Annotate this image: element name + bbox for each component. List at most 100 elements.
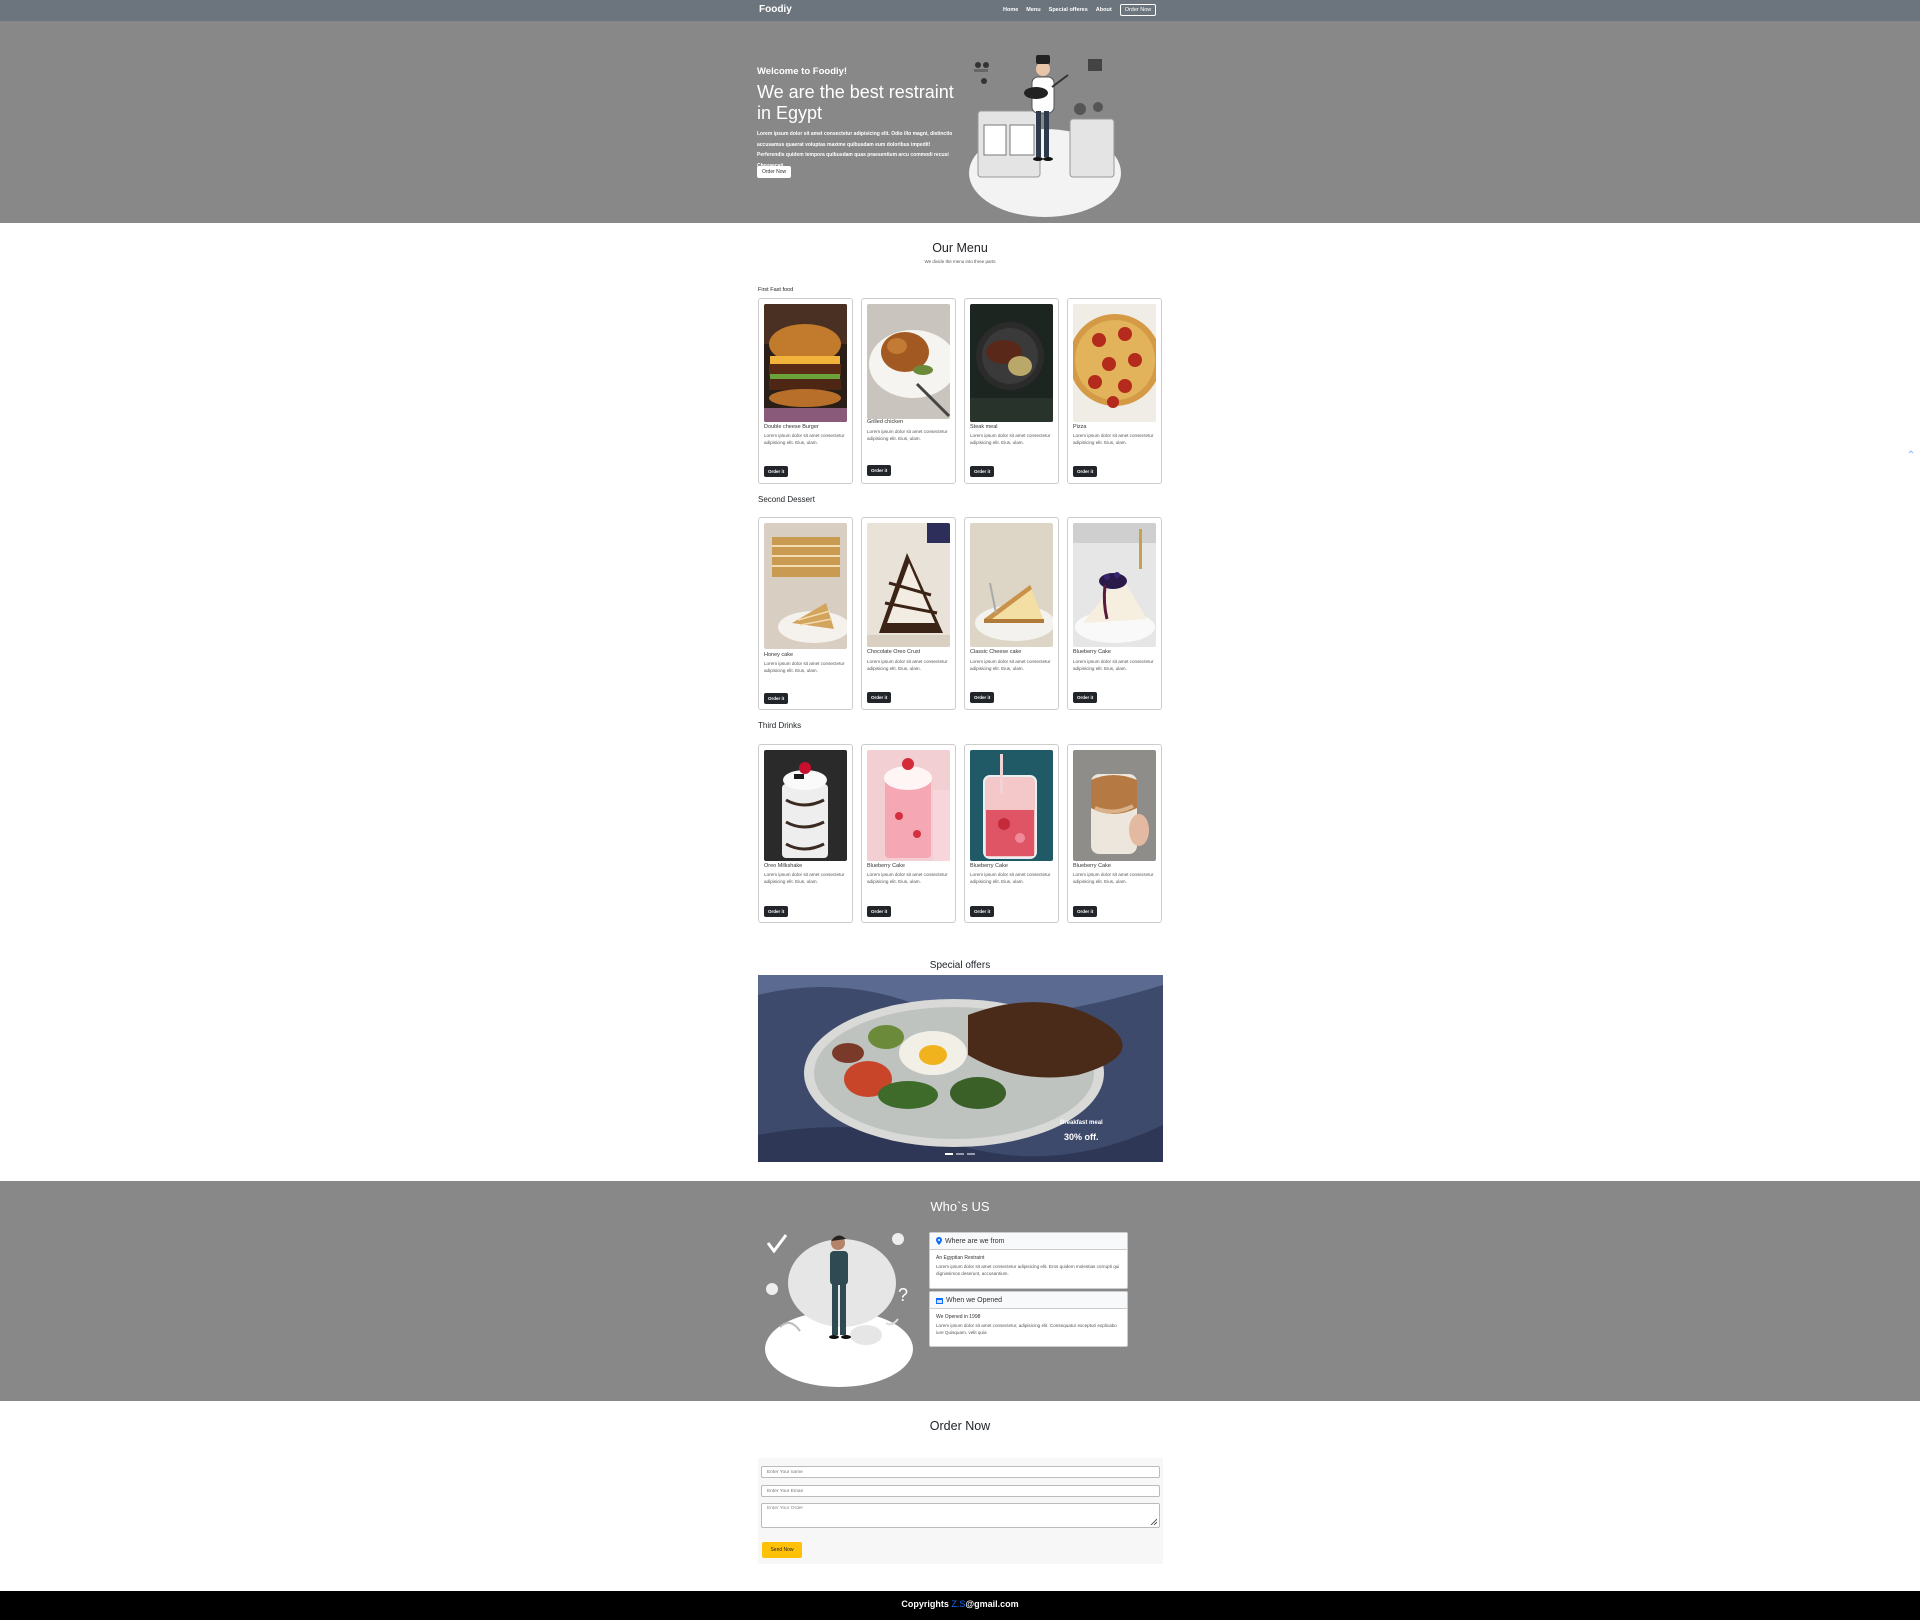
calendar-icon xyxy=(936,1297,943,1304)
pizza-image xyxy=(1073,304,1156,422)
order-it-button[interactable]: Order it xyxy=(764,466,789,477)
order-it-button[interactable]: Order it xyxy=(764,693,789,704)
chocolate-oreo-image xyxy=(867,523,950,647)
hero-order-button[interactable]: Order Now xyxy=(757,166,792,178)
nav-link-special-offers[interactable]: Special offeres xyxy=(1049,7,1088,13)
card-title: Classic Cheese cake xyxy=(970,649,1022,655)
order-it-button[interactable]: Order it xyxy=(970,906,995,917)
name-input[interactable] xyxy=(761,1466,1160,1478)
when-we-opened-header[interactable]: When we Opened xyxy=(930,1292,1127,1309)
nav-link-about[interactable]: About xyxy=(1096,7,1112,13)
card-title: Steak meal xyxy=(970,424,998,430)
panel-body: We Opened in 1998 Lorem ipsum dolor sit … xyxy=(930,1309,1127,1341)
email-input[interactable] xyxy=(761,1485,1160,1497)
footer-accent: Z.S xyxy=(951,1599,966,1609)
order-it-button[interactable]: Order it xyxy=(867,692,892,703)
cheese-cake-image xyxy=(970,523,1053,647)
carousel-caption-discount: 30% off. xyxy=(1064,1132,1099,1142)
card-title: Blueberry Cake xyxy=(970,863,1008,869)
order-textarea-placeholder: Enter Your Order xyxy=(767,1506,803,1511)
grilled-chicken-image xyxy=(867,304,950,419)
card-text: Lorem ipsum dolor sit amet consectetur a… xyxy=(970,433,1051,445)
menu-subtitle: We divide the menu into three parts xyxy=(924,259,996,264)
card-text: Lorem ipsum dolor sit amet consectetur a… xyxy=(970,872,1051,884)
send-now-button[interactable]: Send Now xyxy=(762,1542,802,1558)
menu-card: Blueberry Cake Lorem ipsum dolor sit ame… xyxy=(861,744,956,923)
panel-heading: When we Opened xyxy=(946,1296,1003,1304)
brand-logo[interactable]: Foodiy xyxy=(759,4,792,15)
card-title: Blueberry Cake xyxy=(1073,649,1111,655)
category-label-fast-food: First Fast food xyxy=(758,287,794,293)
menu-card: Pizza Lorem ipsum dolor sit amet consect… xyxy=(1067,298,1162,484)
card-title: Grilled chicken xyxy=(867,419,904,425)
scroll-up-icon[interactable] xyxy=(1908,449,1914,455)
footer-copyright: Copyrights Z.S@gmail.com xyxy=(0,1599,1920,1609)
blueberry-cake-image xyxy=(1073,523,1156,647)
order-it-button[interactable]: Order it xyxy=(764,906,789,917)
card-title: Double cheese Burger xyxy=(764,424,819,430)
carousel-caption-title: Breakfast meal xyxy=(1060,1120,1103,1126)
hero-section: Welcome to Foodiy! We are the best restr… xyxy=(0,21,1920,223)
hero-welcome: Welcome to Foodiy! xyxy=(757,66,848,77)
about-title: Who`s US xyxy=(930,1199,990,1214)
nav-order-now-button[interactable]: Order Now xyxy=(1119,4,1157,16)
card-title: Blueberry Cake xyxy=(867,863,905,869)
card-title: Blueberry Cake xyxy=(1073,863,1111,869)
menu-card: Oreo Milkshake Lorem ipsum dolor sit ame… xyxy=(758,744,853,923)
menu-card: Classic Cheese cake Lorem ipsum dolor si… xyxy=(964,517,1059,710)
about-section: Who`s US ? Where are we from An Egyptian… xyxy=(0,1181,1920,1401)
where-are-we-from-panel: Where are we from An Egyptian Restraint … xyxy=(929,1232,1128,1289)
where-are-we-from-header[interactable]: Where are we from xyxy=(930,1233,1127,1250)
card-text: Lorem ipsum dolor sit amet consectetur a… xyxy=(867,429,948,441)
order-it-button[interactable]: Order it xyxy=(1073,692,1098,703)
special-offers-carousel[interactable]: Breakfast meal 30% off. xyxy=(758,975,1163,1162)
card-text: Lorem ipsum dolor sit amet consectetur a… xyxy=(764,872,845,884)
order-it-button[interactable]: Order it xyxy=(970,466,995,477)
resize-handle-icon[interactable] xyxy=(1150,1518,1157,1525)
footer: Copyrights Z.S@gmail.com xyxy=(0,1591,1920,1620)
order-now-title: Order Now xyxy=(929,1419,991,1433)
red-drink-image xyxy=(970,750,1053,861)
card-text: Lorem ipsum dolor sit amet consectetur a… xyxy=(764,433,845,445)
carousel-indicator[interactable] xyxy=(967,1153,975,1155)
thinking-man-illustration: ? xyxy=(765,1233,913,1387)
card-text: Lorem ipsum dolor sit amet consectetur a… xyxy=(764,661,845,673)
category-label-dessert: Second Dessert xyxy=(758,495,815,504)
nav-links: Home Menu Special offeres About Order No… xyxy=(1003,4,1157,16)
menu-card: Blueberry Cake Lorem ipsum dolor sit ame… xyxy=(964,744,1059,923)
category-label-drinks: Third Drinks xyxy=(758,721,802,730)
honey-cake-image xyxy=(764,523,847,649)
breakfast-meal-image xyxy=(758,975,1163,1162)
order-it-button[interactable]: Order it xyxy=(1073,466,1098,477)
panel-subheading: We Opened in 1998 xyxy=(936,1314,981,1320)
order-form: Enter Your Order Send Now xyxy=(758,1458,1163,1564)
panel-text: Lorem ipsum dolor sit amet consectetur a… xyxy=(936,1264,1120,1276)
menu-card: Steak meal Lorem ipsum dolor sit amet co… xyxy=(964,298,1059,484)
panel-subheading: An Egyptian Restraint xyxy=(936,1255,985,1261)
menu-card: Blueberry Cake Lorem ipsum dolor sit ame… xyxy=(1067,517,1162,710)
carousel-indicator[interactable] xyxy=(945,1153,953,1155)
footer-suffix: @gmail.com xyxy=(965,1599,1019,1609)
chef-illustration xyxy=(969,55,1121,217)
order-it-button[interactable]: Order it xyxy=(1073,906,1098,917)
panel-text: Lorem ipsum dolor sit amet consectetur, … xyxy=(936,1323,1117,1335)
carousel-indicator[interactable] xyxy=(956,1153,964,1155)
card-text: Lorem ipsum dolor sit amet consectetur a… xyxy=(1073,659,1154,671)
card-text: Lorem ipsum dolor sit amet consectetur a… xyxy=(867,872,948,884)
nav-link-menu[interactable]: Menu xyxy=(1026,7,1040,13)
order-it-button[interactable]: Order it xyxy=(970,692,995,703)
menu-title: Our Menu xyxy=(932,241,988,255)
nav-link-home[interactable]: Home xyxy=(1003,7,1018,13)
menu-card: Blueberry Cake Lorem ipsum dolor sit ame… xyxy=(1067,744,1162,923)
order-it-button[interactable]: Order it xyxy=(867,906,892,917)
map-marker-icon xyxy=(936,1237,942,1245)
dalgona-coffee-image xyxy=(1073,750,1156,861)
order-it-button[interactable]: Order it xyxy=(867,465,892,476)
steak-meal-image xyxy=(970,304,1053,422)
strawberry-milkshake-image xyxy=(867,750,950,861)
menu-card: Chocolate Oreo Crust Lorem ipsum dolor s… xyxy=(861,517,956,710)
card-title: Honey cake xyxy=(764,652,794,658)
menu-card: Grilled chicken Lorem ipsum dolor sit am… xyxy=(861,298,956,484)
order-textarea[interactable]: Enter Your Order xyxy=(761,1503,1160,1528)
footer-prefix: Copyrights xyxy=(901,1599,952,1609)
